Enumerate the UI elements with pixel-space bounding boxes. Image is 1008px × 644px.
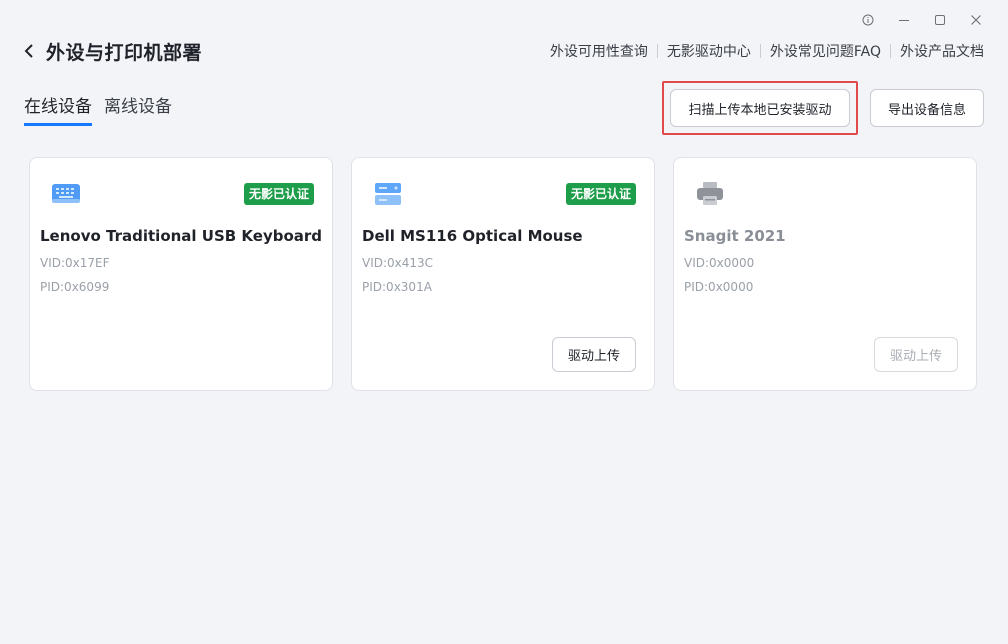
mouse-icon [372, 180, 404, 208]
device-name: Lenovo Traditional USB Keyboard [40, 227, 323, 245]
device-pid: PID:0x0000 [684, 280, 754, 294]
device-cards: 无影已认证 Lenovo Traditional USB Keyboard VI… [29, 157, 977, 391]
link-product-docs[interactable]: 外设产品文档 [891, 41, 984, 61]
info-icon[interactable] [850, 10, 886, 30]
page-title: 外设与打印机部署 [46, 41, 203, 64]
tab-online-devices[interactable]: 在线设备 [24, 92, 92, 126]
driver-upload-button[interactable]: 驱动上传 [552, 337, 636, 372]
top-links: 外设可用性查询 无影驱动中心 外设常见问题FAQ 外设产品文档 [541, 41, 984, 61]
device-vid: VID:0x0000 [684, 256, 755, 270]
device-name: Dell MS116 Optical Mouse [362, 227, 583, 245]
driver-upload-button[interactable]: 驱动上传 [874, 337, 958, 372]
device-card: Snagit 2021 VID:0x0000 PID:0x0000 驱动上传 [673, 157, 977, 391]
highlight-box: 扫描上传本地已安装驱动 [662, 81, 858, 135]
maximize-icon[interactable] [922, 10, 958, 30]
device-card: 无影已认证 Dell MS116 Optical Mouse VID:0x413… [351, 157, 655, 391]
back-arrow-icon[interactable] [24, 43, 36, 59]
keyboard-icon [50, 180, 82, 208]
link-peripheral-availability[interactable]: 外设可用性查询 [541, 41, 657, 61]
scan-upload-drivers-button[interactable]: 扫描上传本地已安装驱动 [670, 89, 850, 127]
export-device-info-button[interactable]: 导出设备信息 [870, 89, 984, 127]
window-controls [850, 10, 994, 30]
device-card: 无影已认证 Lenovo Traditional USB Keyboard VI… [29, 157, 333, 391]
tab-offline-devices[interactable]: 离线设备 [104, 92, 172, 126]
device-vid: VID:0x17EF [40, 256, 110, 270]
device-pid: PID:0x6099 [40, 280, 110, 294]
link-faq[interactable]: 外设常见问题FAQ [761, 41, 890, 61]
device-tabs: 在线设备 离线设备 [24, 92, 172, 126]
title-group: 外设与打印机部署 [24, 38, 202, 65]
minimize-icon[interactable] [886, 10, 922, 30]
device-vid: VID:0x413C [362, 256, 434, 270]
close-icon[interactable] [958, 10, 994, 30]
device-pid: PID:0x301A [362, 280, 432, 294]
actions: 扫描上传本地已安装驱动 导出设备信息 [662, 81, 984, 135]
certified-badge: 无影已认证 [565, 183, 636, 205]
link-driver-center[interactable]: 无影驱动中心 [658, 41, 760, 61]
header: 外设与打印机部署 外设可用性查询 无影驱动中心 外设常见问题FAQ 外设产品文档 [24, 36, 984, 66]
device-name: Snagit 2021 [684, 227, 786, 245]
printer-icon [694, 180, 726, 208]
certified-badge: 无影已认证 [243, 183, 314, 205]
